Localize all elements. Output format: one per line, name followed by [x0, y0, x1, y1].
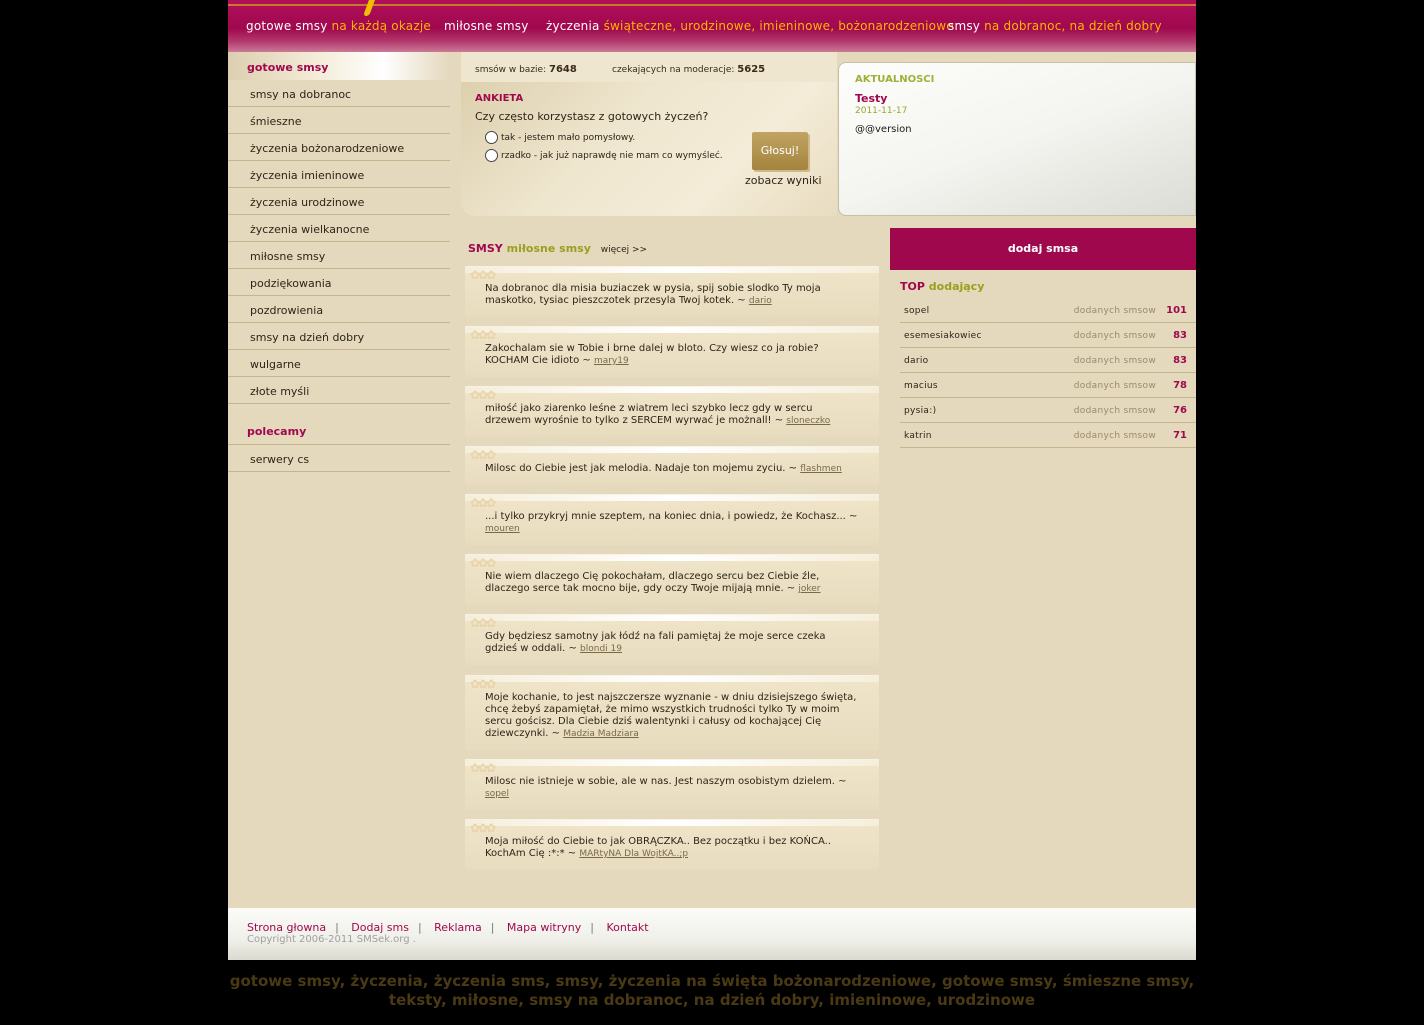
- radio-icon[interactable]: [485, 131, 498, 144]
- news-heading: AKTUALNOSCI: [855, 74, 935, 85]
- top-user-name[interactable]: katrin: [904, 431, 932, 441]
- sidebar-item[interactable]: wulgarne: [228, 350, 450, 377]
- sidebar-item[interactable]: życzenia bożonarodzeniowe: [228, 134, 450, 161]
- footer-link-home[interactable]: Strona głowna: [247, 921, 326, 934]
- footer-link-ads[interactable]: Reklama: [434, 921, 482, 934]
- sms-item: ✿✿✿ Milosc do Ciebie jest jak melodia. N…: [465, 446, 879, 485]
- nav-zyczenia[interactable]: życzenia świąteczne, urodzinowe, imienin…: [546, 19, 954, 33]
- poll-results-link[interactable]: zobacz wyniki: [745, 174, 822, 187]
- sms-item: ✿✿✿ Milosc nie istnieje w sobie, ale w n…: [465, 759, 879, 810]
- sidebar-heading: gotowe smsy: [228, 52, 450, 80]
- page: gotowe smsy na każdą okazje miłosne smsy…: [228, 0, 1196, 960]
- sms-item: ✿✿✿ Gdy będziesz samotny jak łódź na fal…: [465, 614, 879, 665]
- author-link[interactable]: flashmen: [800, 464, 842, 474]
- sms-section-heading: SMSY miłosne smsy więcej >>: [468, 242, 648, 255]
- vote-button[interactable]: Głosuj!: [752, 132, 808, 170]
- author-link[interactable]: blondi 19: [580, 644, 622, 654]
- sms-item: ✿✿✿ Moja miłość do Ciebie to jak OBRĄCZK…: [465, 819, 879, 870]
- footer-links: Strona głowna | Dodaj sms | Reklama | Mapa …: [247, 921, 649, 934]
- sms-item: ✿✿✿ Zakochalam sie w Tobie i brne dalej …: [465, 326, 879, 377]
- footer-link-contact[interactable]: Kontakt: [606, 921, 648, 934]
- top-user-name[interactable]: esemesiakowiec: [904, 331, 982, 341]
- sms-item: ✿✿✿ Na dobranoc dla misia buziaczek w py…: [465, 266, 879, 317]
- top-user-name[interactable]: dario: [904, 356, 928, 366]
- author-link[interactable]: mary19: [594, 356, 629, 366]
- sms-item: ✿✿✿ Moje kochanie, to jest najszczersze …: [465, 675, 879, 750]
- sidebar-item[interactable]: miłosne smsy: [228, 242, 450, 269]
- top-user-row: pysia:) dodanych smsow 76: [900, 398, 1196, 423]
- nav-milosne-smsy[interactable]: miłosne smsy: [444, 19, 529, 33]
- add-sms-button[interactable]: dodaj smsa: [890, 228, 1196, 270]
- top-user-row: esemesiakowiec dodanych smsow 83: [900, 323, 1196, 348]
- flower-icon: ✿✿✿: [470, 677, 496, 691]
- top-user-name[interactable]: macius: [904, 381, 938, 391]
- author-link[interactable]: mouren: [485, 524, 520, 534]
- sidebar-item[interactable]: smsy na dzień dobry: [228, 323, 450, 350]
- more-link[interactable]: więcej >>: [601, 245, 647, 255]
- top-user-row: katrin dodanych smsow 71: [900, 423, 1196, 448]
- moderation-count: czekających na moderacje: 5625: [612, 64, 766, 75]
- logo-fragment: [363, 0, 375, 16]
- sidebar-item[interactable]: smsy na dobranoc: [228, 80, 450, 107]
- flower-icon: ✿✿✿: [470, 556, 496, 570]
- author-link[interactable]: dario: [749, 296, 772, 306]
- author-link[interactable]: sloneczko: [786, 416, 830, 426]
- top-user-row: sopel dodanych smsow 101: [900, 298, 1196, 323]
- sidebar-item[interactable]: złote myśli: [228, 377, 450, 404]
- news-box: AKTUALNOSCI Testy 2011-11-17 @@version: [838, 62, 1196, 216]
- seo-keywords: gotowe smsy, życzenia, życzenia sms, sms…: [229, 972, 1195, 1009]
- poll-question: Czy często korzystasz z gotowych życzeń?: [475, 110, 709, 123]
- sms-item: ✿✿✿ Nie wiem dlaczego Cię pokochałam, dl…: [465, 554, 879, 605]
- news-title[interactable]: Testy: [855, 92, 887, 105]
- sidebar-item[interactable]: pozdrowienia: [228, 296, 450, 323]
- flower-icon: ✿✿✿: [470, 761, 496, 775]
- news-text: @@version: [855, 124, 912, 135]
- poll-option[interactable]: rzadko - jak już naprawdę nie mam co wym…: [485, 149, 723, 162]
- nav-smsy-dobranoc[interactable]: smsy na dobranoc, na dzień dobry: [948, 19, 1162, 33]
- news-date: 2011-11-17: [855, 106, 908, 116]
- flower-icon: ✿✿✿: [470, 616, 496, 630]
- poll-box: ANKIETA Czy często korzystasz z gotowych…: [461, 82, 837, 216]
- flower-icon: ✿✿✿: [470, 388, 496, 402]
- sms-item: ✿✿✿ miłość jako ziarenko leśne z wiatrem…: [465, 386, 879, 437]
- author-link[interactable]: joker: [798, 584, 820, 594]
- sidebar-categories: smsy na dobranoc śmieszne życzenia bożon…: [228, 80, 450, 404]
- poll-option[interactable]: tak - jestem mało pomysłowy.: [485, 131, 635, 144]
- db-count: smsów w bazie: 7648: [475, 64, 577, 75]
- sms-item: ✿✿✿ ...i tylko przykryj mnie szeptem, na…: [465, 494, 879, 545]
- sidebar-item[interactable]: śmieszne: [228, 107, 450, 134]
- author-link[interactable]: sopel: [485, 789, 509, 799]
- poll-title: ANKIETA: [475, 93, 524, 104]
- nav-gotowe-smsy[interactable]: gotowe smsy na każdą okazje: [246, 19, 431, 33]
- sidebar-item[interactable]: życzenia urodzinowe: [228, 188, 450, 215]
- top-navigation: gotowe smsy na każdą okazje miłosne smsy…: [228, 0, 1196, 52]
- sidebar-item[interactable]: życzenia imieninowe: [228, 161, 450, 188]
- sidebar-item[interactable]: serwery cs: [228, 445, 450, 472]
- top-users-heading: TOP dodający: [900, 280, 985, 293]
- copyright: Copyright 2006-2011 SMSek.org .: [247, 934, 416, 945]
- footer-link-sitemap[interactable]: Mapa witryny: [507, 921, 581, 934]
- flower-icon: ✿✿✿: [470, 821, 496, 835]
- sidebar-item[interactable]: podziękowania: [228, 269, 450, 296]
- top-user-name[interactable]: sopel: [904, 306, 929, 316]
- footer-link-add[interactable]: Dodaj sms: [351, 921, 409, 934]
- author-link[interactable]: MARtyNA Dla WojtKA..;p: [579, 849, 688, 859]
- footer: Strona głowna | Dodaj sms | Reklama | Mapa …: [228, 908, 1196, 960]
- top-user-name[interactable]: pysia:): [904, 406, 936, 416]
- flower-icon: ✿✿✿: [470, 448, 496, 462]
- flower-icon: ✿✿✿: [470, 268, 496, 282]
- flower-icon: ✿✿✿: [470, 328, 496, 342]
- author-link[interactable]: Madzia Madziara: [563, 729, 639, 739]
- sidebar-item[interactable]: życzenia wielkanocne: [228, 215, 450, 242]
- sidebar-recommended: serwery cs: [228, 445, 450, 472]
- top-user-row: macius dodanych smsow 78: [900, 373, 1196, 398]
- top-users-list: sopel dodanych smsow 101 esemesiakowiec dod…: [900, 298, 1196, 448]
- radio-icon[interactable]: [485, 149, 498, 162]
- flower-icon: ✿✿✿: [470, 496, 496, 510]
- sidebar-heading-polecamy: polecamy: [228, 404, 450, 445]
- top-user-row: dario dodanych smsow 83: [900, 348, 1196, 373]
- left-sidebar: gotowe smsy smsy na dobranoc śmieszne ży…: [228, 52, 450, 472]
- stats-bar: smsów w bazie: 7648 czekających na moder…: [461, 52, 837, 82]
